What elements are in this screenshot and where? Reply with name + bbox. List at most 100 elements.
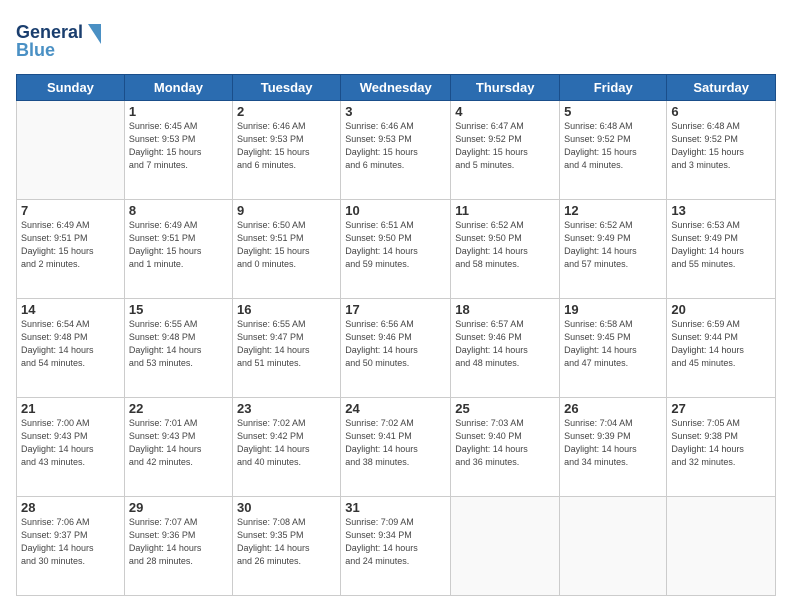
day-number: 28 bbox=[21, 500, 120, 515]
day-number: 3 bbox=[345, 104, 446, 119]
cal-cell: 31Sunrise: 7:09 AM Sunset: 9:34 PM Dayli… bbox=[341, 497, 451, 596]
page: General Blue SundayMondayTuesdayWednesda… bbox=[0, 0, 792, 612]
cell-info: Sunrise: 7:04 AM Sunset: 9:39 PM Dayligh… bbox=[564, 417, 662, 469]
cell-info: Sunrise: 6:52 AM Sunset: 9:49 PM Dayligh… bbox=[564, 219, 662, 271]
week-row-5: 28Sunrise: 7:06 AM Sunset: 9:37 PM Dayli… bbox=[17, 497, 776, 596]
day-number: 13 bbox=[671, 203, 771, 218]
cell-info: Sunrise: 6:55 AM Sunset: 9:48 PM Dayligh… bbox=[129, 318, 228, 370]
cal-cell: 2Sunrise: 6:46 AM Sunset: 9:53 PM Daylig… bbox=[232, 101, 340, 200]
cal-cell: 29Sunrise: 7:07 AM Sunset: 9:36 PM Dayli… bbox=[124, 497, 232, 596]
cell-info: Sunrise: 7:09 AM Sunset: 9:34 PM Dayligh… bbox=[345, 516, 446, 568]
day-number: 1 bbox=[129, 104, 228, 119]
cell-info: Sunrise: 6:48 AM Sunset: 9:52 PM Dayligh… bbox=[671, 120, 771, 172]
cal-cell: 14Sunrise: 6:54 AM Sunset: 9:48 PM Dayli… bbox=[17, 299, 125, 398]
day-header-wednesday: Wednesday bbox=[341, 75, 451, 101]
cal-cell: 26Sunrise: 7:04 AM Sunset: 9:39 PM Dayli… bbox=[560, 398, 667, 497]
week-row-2: 7Sunrise: 6:49 AM Sunset: 9:51 PM Daylig… bbox=[17, 200, 776, 299]
cell-info: Sunrise: 6:47 AM Sunset: 9:52 PM Dayligh… bbox=[455, 120, 555, 172]
cal-cell: 13Sunrise: 6:53 AM Sunset: 9:49 PM Dayli… bbox=[667, 200, 776, 299]
header-row: SundayMondayTuesdayWednesdayThursdayFrid… bbox=[17, 75, 776, 101]
logo: General Blue bbox=[16, 16, 106, 66]
cell-info: Sunrise: 6:59 AM Sunset: 9:44 PM Dayligh… bbox=[671, 318, 771, 370]
cell-info: Sunrise: 6:49 AM Sunset: 9:51 PM Dayligh… bbox=[129, 219, 228, 271]
cell-info: Sunrise: 7:02 AM Sunset: 9:41 PM Dayligh… bbox=[345, 417, 446, 469]
cell-info: Sunrise: 7:00 AM Sunset: 9:43 PM Dayligh… bbox=[21, 417, 120, 469]
cal-cell: 23Sunrise: 7:02 AM Sunset: 9:42 PM Dayli… bbox=[232, 398, 340, 497]
cal-cell: 21Sunrise: 7:00 AM Sunset: 9:43 PM Dayli… bbox=[17, 398, 125, 497]
day-number: 19 bbox=[564, 302, 662, 317]
cal-cell bbox=[17, 101, 125, 200]
cal-cell: 15Sunrise: 6:55 AM Sunset: 9:48 PM Dayli… bbox=[124, 299, 232, 398]
cal-cell bbox=[560, 497, 667, 596]
cell-info: Sunrise: 6:48 AM Sunset: 9:52 PM Dayligh… bbox=[564, 120, 662, 172]
logo-svg: General Blue bbox=[16, 16, 106, 66]
day-number: 4 bbox=[455, 104, 555, 119]
day-number: 15 bbox=[129, 302, 228, 317]
day-number: 11 bbox=[455, 203, 555, 218]
cell-info: Sunrise: 7:08 AM Sunset: 9:35 PM Dayligh… bbox=[237, 516, 336, 568]
day-number: 31 bbox=[345, 500, 446, 515]
calendar: SundayMondayTuesdayWednesdayThursdayFrid… bbox=[16, 74, 776, 596]
week-row-4: 21Sunrise: 7:00 AM Sunset: 9:43 PM Dayli… bbox=[17, 398, 776, 497]
day-number: 29 bbox=[129, 500, 228, 515]
cal-cell: 28Sunrise: 7:06 AM Sunset: 9:37 PM Dayli… bbox=[17, 497, 125, 596]
cell-info: Sunrise: 6:56 AM Sunset: 9:46 PM Dayligh… bbox=[345, 318, 446, 370]
cell-info: Sunrise: 6:50 AM Sunset: 9:51 PM Dayligh… bbox=[237, 219, 336, 271]
cal-cell: 22Sunrise: 7:01 AM Sunset: 9:43 PM Dayli… bbox=[124, 398, 232, 497]
cal-cell: 30Sunrise: 7:08 AM Sunset: 9:35 PM Dayli… bbox=[232, 497, 340, 596]
cal-cell: 11Sunrise: 6:52 AM Sunset: 9:50 PM Dayli… bbox=[451, 200, 560, 299]
svg-text:Blue: Blue bbox=[16, 40, 55, 60]
cal-cell: 8Sunrise: 6:49 AM Sunset: 9:51 PM Daylig… bbox=[124, 200, 232, 299]
day-header-saturday: Saturday bbox=[667, 75, 776, 101]
cell-info: Sunrise: 6:51 AM Sunset: 9:50 PM Dayligh… bbox=[345, 219, 446, 271]
cal-cell: 16Sunrise: 6:55 AM Sunset: 9:47 PM Dayli… bbox=[232, 299, 340, 398]
day-number: 26 bbox=[564, 401, 662, 416]
cal-cell: 10Sunrise: 6:51 AM Sunset: 9:50 PM Dayli… bbox=[341, 200, 451, 299]
week-row-3: 14Sunrise: 6:54 AM Sunset: 9:48 PM Dayli… bbox=[17, 299, 776, 398]
cal-cell: 25Sunrise: 7:03 AM Sunset: 9:40 PM Dayli… bbox=[451, 398, 560, 497]
day-number: 14 bbox=[21, 302, 120, 317]
day-number: 18 bbox=[455, 302, 555, 317]
calendar-table: SundayMondayTuesdayWednesdayThursdayFrid… bbox=[16, 74, 776, 596]
cell-info: Sunrise: 6:45 AM Sunset: 9:53 PM Dayligh… bbox=[129, 120, 228, 172]
cal-cell: 24Sunrise: 7:02 AM Sunset: 9:41 PM Dayli… bbox=[341, 398, 451, 497]
day-number: 12 bbox=[564, 203, 662, 218]
day-number: 9 bbox=[237, 203, 336, 218]
cell-info: Sunrise: 6:57 AM Sunset: 9:46 PM Dayligh… bbox=[455, 318, 555, 370]
cell-info: Sunrise: 6:52 AM Sunset: 9:50 PM Dayligh… bbox=[455, 219, 555, 271]
cell-info: Sunrise: 7:07 AM Sunset: 9:36 PM Dayligh… bbox=[129, 516, 228, 568]
day-number: 10 bbox=[345, 203, 446, 218]
day-number: 27 bbox=[671, 401, 771, 416]
cal-cell: 19Sunrise: 6:58 AM Sunset: 9:45 PM Dayli… bbox=[560, 299, 667, 398]
cal-cell: 20Sunrise: 6:59 AM Sunset: 9:44 PM Dayli… bbox=[667, 299, 776, 398]
cell-info: Sunrise: 7:01 AM Sunset: 9:43 PM Dayligh… bbox=[129, 417, 228, 469]
day-header-sunday: Sunday bbox=[17, 75, 125, 101]
cell-info: Sunrise: 6:49 AM Sunset: 9:51 PM Dayligh… bbox=[21, 219, 120, 271]
day-header-monday: Monday bbox=[124, 75, 232, 101]
cal-cell: 6Sunrise: 6:48 AM Sunset: 9:52 PM Daylig… bbox=[667, 101, 776, 200]
svg-text:General: General bbox=[16, 22, 83, 42]
week-row-1: 1Sunrise: 6:45 AM Sunset: 9:53 PM Daylig… bbox=[17, 101, 776, 200]
day-number: 24 bbox=[345, 401, 446, 416]
cal-cell: 5Sunrise: 6:48 AM Sunset: 9:52 PM Daylig… bbox=[560, 101, 667, 200]
day-number: 8 bbox=[129, 203, 228, 218]
cal-cell: 7Sunrise: 6:49 AM Sunset: 9:51 PM Daylig… bbox=[17, 200, 125, 299]
cell-info: Sunrise: 7:03 AM Sunset: 9:40 PM Dayligh… bbox=[455, 417, 555, 469]
cell-info: Sunrise: 6:53 AM Sunset: 9:49 PM Dayligh… bbox=[671, 219, 771, 271]
cal-cell bbox=[667, 497, 776, 596]
day-header-friday: Friday bbox=[560, 75, 667, 101]
day-number: 23 bbox=[237, 401, 336, 416]
cal-cell: 18Sunrise: 6:57 AM Sunset: 9:46 PM Dayli… bbox=[451, 299, 560, 398]
day-number: 20 bbox=[671, 302, 771, 317]
cell-info: Sunrise: 7:02 AM Sunset: 9:42 PM Dayligh… bbox=[237, 417, 336, 469]
day-number: 7 bbox=[21, 203, 120, 218]
cell-info: Sunrise: 6:55 AM Sunset: 9:47 PM Dayligh… bbox=[237, 318, 336, 370]
header: General Blue bbox=[16, 16, 776, 66]
day-number: 17 bbox=[345, 302, 446, 317]
cal-cell: 27Sunrise: 7:05 AM Sunset: 9:38 PM Dayli… bbox=[667, 398, 776, 497]
day-number: 6 bbox=[671, 104, 771, 119]
day-number: 30 bbox=[237, 500, 336, 515]
cell-info: Sunrise: 6:46 AM Sunset: 9:53 PM Dayligh… bbox=[237, 120, 336, 172]
day-number: 22 bbox=[129, 401, 228, 416]
cal-cell: 12Sunrise: 6:52 AM Sunset: 9:49 PM Dayli… bbox=[560, 200, 667, 299]
